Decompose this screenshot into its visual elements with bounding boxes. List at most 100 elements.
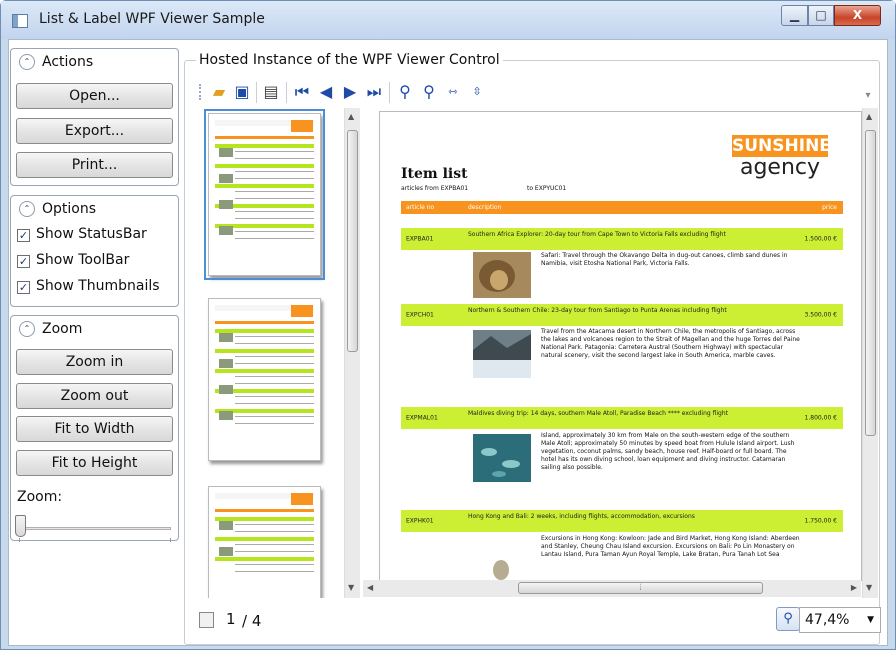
thumbnail-row (215, 349, 314, 353)
scroll-up-arrow-icon[interactable]: ▲ (348, 112, 354, 121)
show-thumbnails-label: Show Thumbnails (36, 278, 160, 294)
current-page-field[interactable]: 1 (226, 610, 236, 628)
fit-to-width-button[interactable]: Fit to Width (16, 416, 173, 442)
row-description: Southern Africa Explorer: 20-day tour fr… (468, 231, 726, 238)
scroll-left-arrow-icon[interactable]: ◀ (367, 583, 373, 592)
fit-width-icon[interactable]: ⇿ (444, 83, 462, 101)
show-toolbar-label: Show ToolBar (36, 252, 130, 268)
actions-title: Actions (42, 54, 94, 70)
printer-icon[interactable]: ▤ (262, 83, 280, 101)
thumbnail-logo (291, 305, 313, 317)
fit-height-icon[interactable]: ⇳ (468, 83, 486, 101)
zoom-slider-track[interactable] (19, 527, 171, 530)
collapse-icon[interactable]: ⌃ (19, 201, 35, 217)
minimize-button[interactable]: ▁ (781, 5, 808, 26)
chevron-down-icon[interactable]: ▼ (867, 608, 874, 632)
fit-to-height-button[interactable]: Fit to Height (16, 450, 173, 476)
row-price: 1.750,00 € (804, 517, 837, 525)
thumbnail-text (235, 524, 314, 532)
zoom-slider-ticks (19, 538, 171, 542)
window-title: List & Label WPF Viewer Sample (39, 11, 265, 27)
row-price: 1.500,00 € (804, 235, 837, 243)
table-row: EXPMAL01 Maldives diving trip: 14 days, … (401, 407, 843, 429)
zoom-out-button[interactable]: Zoom out (16, 383, 173, 409)
toolbar-grip[interactable] (199, 84, 202, 100)
thumbnail-image (219, 385, 233, 394)
title-bar[interactable]: List & Label WPF Viewer Sample ▁ □ X (1, 1, 895, 39)
page-vertical-scrollbar[interactable]: ▲ ▼ (862, 108, 878, 598)
row-description: Hong Kong and Bali: 2 weeks, including f… (468, 513, 695, 520)
report-subtitle-from: articles from EXPBA01 (401, 185, 469, 192)
toolbar-separator (389, 82, 390, 103)
thumbnail-image (219, 148, 233, 157)
thumbnail-image (219, 174, 233, 183)
thumbnail-text (235, 564, 314, 572)
last-page-icon[interactable]: ⏭ (365, 83, 383, 101)
zoom-out-icon[interactable]: ⚲ (420, 83, 438, 101)
open-folder-icon[interactable]: ▰ (210, 83, 228, 101)
row-detail: Excursions in Hong Kong: Kowloon: Jade a… (541, 535, 800, 558)
open-button[interactable]: Open... (16, 83, 173, 109)
thumbnail-page-3[interactable] (208, 486, 321, 598)
thumbnail-scroll-thumb[interactable] (347, 130, 358, 352)
viewer-statusbar: 1 / 4 ⚲ 47,4% ▼ (196, 601, 881, 639)
toolbar-separator (286, 82, 287, 103)
next-page-icon[interactable]: ▶ (341, 83, 359, 101)
zoom-slider-thumb[interactable] (15, 515, 26, 537)
row-article-no: EXPBA01 (406, 235, 434, 243)
scroll-right-arrow-icon[interactable]: ▶ (851, 583, 857, 592)
collapse-icon[interactable]: ⌃ (19, 321, 35, 337)
row-detail: Safari: Travel through the Okavango Delt… (541, 252, 788, 267)
collapse-icon[interactable]: ⌃ (19, 54, 35, 70)
viewer-group-title: Hosted Instance of the WPF Viewer Contro… (196, 52, 503, 68)
page-horizontal-scrollbar[interactable]: ◀ ⦙ ▶ (363, 580, 861, 597)
thumbnail-text (235, 396, 314, 404)
zoom-label: Zoom: (17, 489, 63, 505)
close-button[interactable]: X (834, 5, 881, 26)
row-description: Maldives diving trip: 14 days, southern … (468, 410, 729, 417)
checkbox-checked-icon[interactable]: ✓ (17, 229, 30, 242)
options-header[interactable]: ⌃ Options (11, 196, 178, 222)
previous-page-icon[interactable]: ◀ (317, 83, 335, 101)
page-total-label: / 4 (242, 612, 262, 630)
toolbar-overflow-icon[interactable]: ▾ (859, 87, 877, 105)
checkbox-checked-icon[interactable]: ✓ (17, 281, 30, 294)
zoom-dropdown[interactable]: 47,4% ▼ (799, 607, 881, 633)
scroll-up-arrow-icon[interactable]: ▲ (866, 112, 872, 121)
checkbox-checked-icon[interactable]: ✓ (17, 255, 30, 268)
maximize-button[interactable]: □ (808, 5, 834, 26)
main-window: List & Label WPF Viewer Sample ▁ □ X ⌃ A… (0, 0, 896, 650)
thumbnail-row (215, 164, 314, 168)
print-button[interactable]: Print... (16, 152, 173, 178)
logo-top-text: SUNSHINE (732, 135, 831, 157)
actions-group: ⌃ Actions Open... Export... Print... (10, 48, 179, 186)
save-icon[interactable]: ▣ (233, 83, 251, 101)
page-hscroll-thumb[interactable]: ⦙ (518, 582, 763, 594)
zoom-magnifier-icon[interactable]: ⚲ (776, 607, 800, 631)
row-price: 3.500,00 € (804, 311, 837, 319)
thumbnail-page-1[interactable] (204, 109, 325, 280)
scroll-down-arrow-icon[interactable]: ▼ (348, 583, 354, 592)
zoom-header[interactable]: ⌃ Zoom (11, 316, 178, 342)
thumbnail-bar (215, 321, 314, 324)
first-page-icon[interactable]: ⏮ (293, 83, 311, 101)
thumbnail-page-2[interactable] (208, 298, 321, 461)
page-scroll-thumb[interactable] (865, 130, 876, 436)
sunshine-agency-logo: SUNSHINE agency (732, 135, 831, 180)
report-title: Item list (401, 166, 468, 182)
report-table-header: article no description price (401, 201, 843, 214)
zoom-in-button[interactable]: Zoom in (16, 349, 173, 375)
thumbnail-row (215, 537, 314, 541)
thumbnail-image (219, 333, 233, 342)
lion-photo (473, 252, 531, 298)
scroll-down-arrow-icon[interactable]: ▼ (866, 583, 872, 592)
col-article-no: article no (406, 204, 435, 211)
thumbnail-scrollbar[interactable]: ▲ ▼ (344, 108, 360, 598)
zoom-in-icon[interactable]: ⚲ (396, 83, 414, 101)
thumbnail-image (219, 411, 233, 420)
export-button[interactable]: Export... (16, 118, 173, 144)
thumbnail-logo (291, 120, 313, 132)
options-group: ⌃ Options ✓ Show StatusBar ✓ Show ToolBar … (10, 195, 179, 307)
thumbnail-image (219, 359, 233, 368)
actions-header[interactable]: ⌃ Actions (11, 49, 178, 75)
